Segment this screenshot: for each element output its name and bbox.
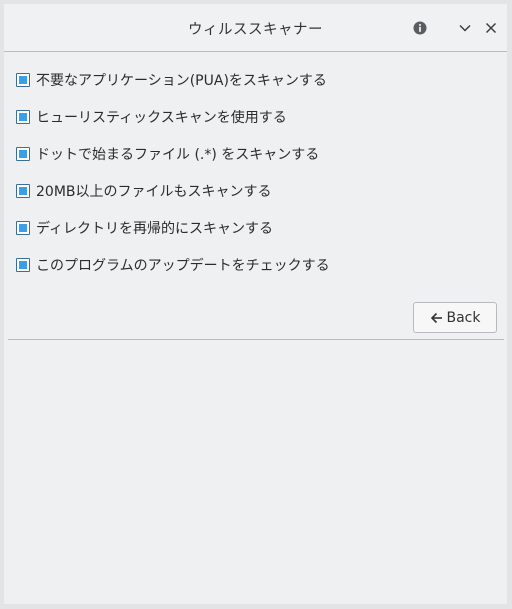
checkbox[interactable] bbox=[16, 221, 30, 235]
back-button-label: Back bbox=[446, 309, 481, 326]
option-check-updates[interactable]: このプログラムのアップデートをチェックする bbox=[16, 255, 330, 275]
option-label: 不要なアプリケーション(PUA)をスキャンする bbox=[36, 73, 327, 89]
checkbox[interactable] bbox=[16, 73, 30, 87]
window-title: ウィルススキャナー bbox=[188, 22, 323, 38]
option-label: ディレクトリを再帰的にスキャンする bbox=[36, 221, 274, 237]
minimize-button[interactable] bbox=[455, 18, 475, 38]
checkbox[interactable] bbox=[16, 258, 30, 272]
back-button[interactable]: Back bbox=[413, 302, 497, 333]
close-button[interactable] bbox=[481, 18, 501, 38]
option-pua[interactable]: 不要なアプリケーション(PUA)をスキャンする bbox=[16, 70, 327, 90]
content-separator bbox=[8, 339, 504, 340]
checkbox[interactable] bbox=[16, 110, 30, 124]
title-bar: ウィルススキャナー bbox=[4, 4, 507, 51]
arrow-left-icon bbox=[430, 312, 443, 324]
app-window: ウィルススキャナー 不要なアプリケーション(PUA)をスキャンする ヒューリステ… bbox=[4, 4, 507, 604]
option-recursive[interactable]: ディレクトリを再帰的にスキャンする bbox=[16, 218, 273, 238]
title-separator bbox=[4, 51, 507, 52]
option-dotfiles[interactable]: ドットで始まるファイル (.*) をスキャンする bbox=[16, 144, 319, 164]
info-icon bbox=[413, 21, 427, 35]
option-label: ドットで始まるファイル (.*) をスキャンする bbox=[36, 147, 320, 163]
option-heuristic[interactable]: ヒューリスティックスキャンを使用する bbox=[16, 107, 287, 127]
info-button[interactable] bbox=[410, 18, 430, 38]
option-large-files[interactable]: 20MB以上のファイルもスキャンする bbox=[16, 181, 272, 201]
close-icon bbox=[485, 22, 497, 34]
checkbox[interactable] bbox=[16, 147, 30, 161]
option-label: 20MB以上のファイルもスキャンする bbox=[36, 184, 272, 200]
chevron-down-icon bbox=[459, 24, 471, 32]
option-label: ヒューリスティックスキャンを使用する bbox=[36, 110, 287, 126]
option-label: このプログラムのアップデートをチェックする bbox=[36, 258, 330, 274]
checkbox[interactable] bbox=[16, 184, 30, 198]
